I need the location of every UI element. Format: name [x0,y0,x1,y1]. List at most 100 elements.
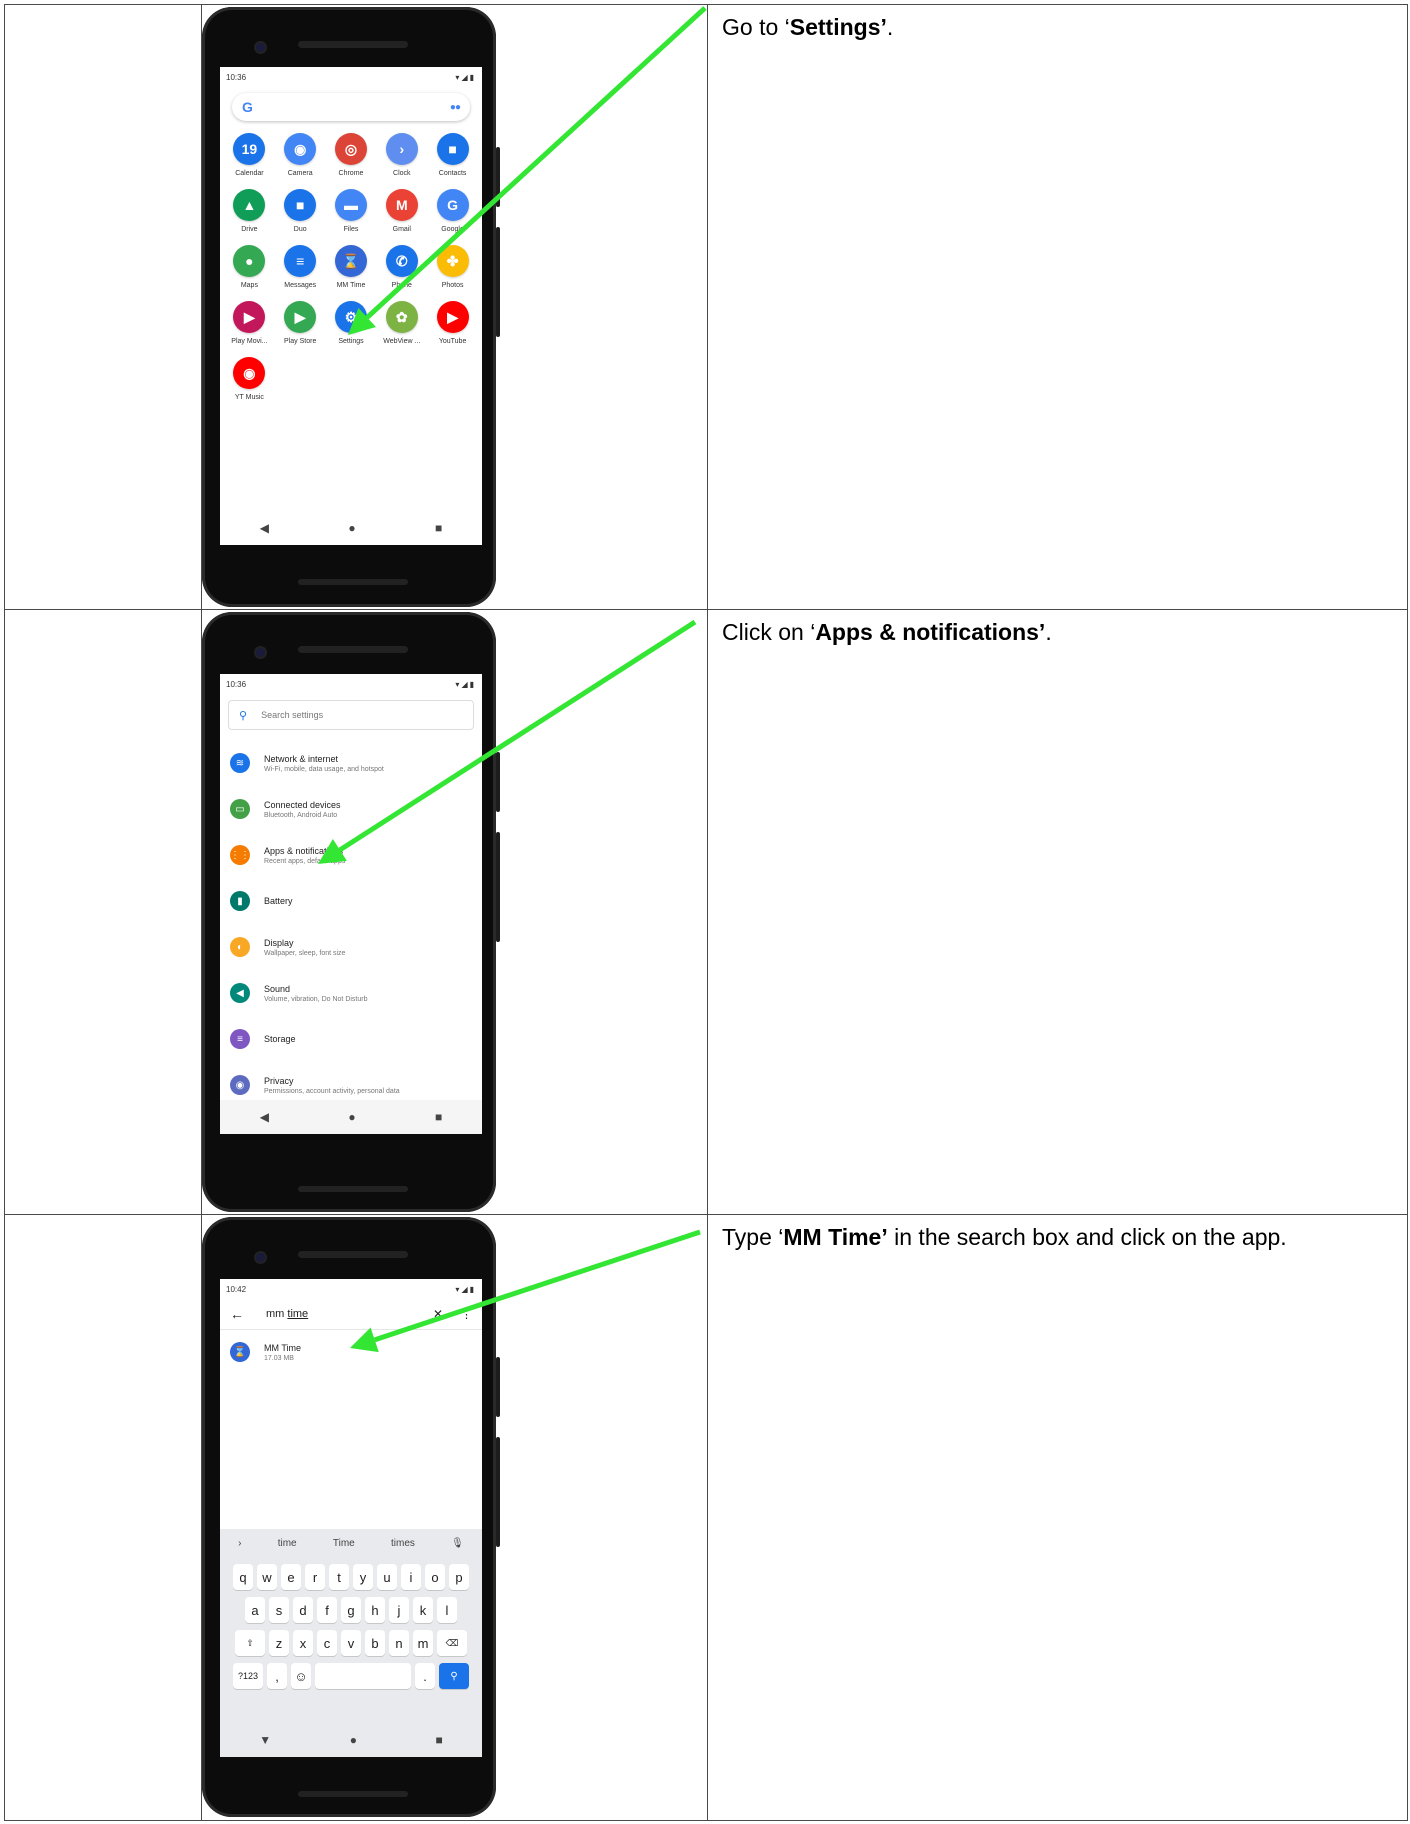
key-a[interactable]: a [245,1597,265,1623]
key-z[interactable]: z [269,1630,289,1656]
period-key[interactable]: . [415,1663,435,1689]
app-contacts[interactable]: ■ Contacts [427,133,478,177]
key-x[interactable]: x [293,1630,313,1656]
key-q[interactable]: q [233,1564,253,1590]
key-s[interactable]: s [269,1597,289,1623]
settings-item-display[interactable]: ◐ Display Wallpaper, sleep, font size [220,924,482,970]
app-search-screen: 10:42 ▾◢▮ ← mm time ✕ ⋮ ⌛ MM Time 17.03 … [220,1279,482,1757]
key-g[interactable]: g [341,1597,361,1623]
app-chrome[interactable]: ◎ Chrome [326,133,377,177]
keyboard-row: ⇧ zxcvbnm ⌫ [220,1630,482,1656]
backspace-key[interactable]: ⌫ [437,1630,467,1656]
search-query-input[interactable]: mm time [266,1308,433,1320]
suggestion-item[interactable]: times [391,1538,415,1549]
recents-icon[interactable]: ■ [435,1733,442,1747]
earpiece [298,41,408,48]
search-key[interactable]: ⚲ [439,1663,469,1689]
settings-item-battery[interactable]: ▮ Battery [220,878,482,924]
key-y[interactable]: y [353,1564,373,1590]
key-e[interactable]: e [281,1564,301,1590]
app-camera[interactable]: ◉ Camera [275,133,326,177]
key-l[interactable]: l [437,1597,457,1623]
search-settings-input[interactable]: ⚲ Search settings [228,700,474,730]
emoji-key[interactable]: ☺ [291,1663,311,1689]
key-d[interactable]: d [293,1597,313,1623]
drive-icon: ▲ [233,189,266,221]
app-maps[interactable]: ● Maps [224,245,275,289]
app-settings[interactable]: ⚙ Settings [326,301,377,345]
app-hourglass[interactable]: ⌛ MM Time [326,245,377,289]
empty-cell [4,609,202,1215]
key-i[interactable]: i [401,1564,421,1590]
app-duo[interactable]: ■ Duo [275,189,326,233]
microphone-icon[interactable]: 🎙 [451,1538,464,1549]
back-arrow-icon[interactable]: ← [230,1306,244,1322]
app-google[interactable]: G Google [427,189,478,233]
back-icon[interactable]: ◀ [260,521,269,535]
key-u[interactable]: u [377,1564,397,1590]
key-p[interactable]: p [449,1564,469,1590]
settings-item-wifi[interactable]: ≋ Network & internet Wi-Fi, mobile, data u… [220,740,482,786]
clear-icon[interactable]: ✕ [433,1307,443,1321]
google-logo-icon: G [242,99,253,115]
clock-icon: › [385,133,418,165]
play-store-icon: ▶ [284,301,317,333]
app-label: Gmail [392,226,411,233]
space-key[interactable] [315,1663,411,1689]
overflow-menu-icon[interactable]: ⋮ [461,1308,472,1321]
app-gmail[interactable]: M Gmail [376,189,427,233]
status-time: 10:36 [226,679,247,689]
symbols-key[interactable]: ?123 [233,1663,263,1689]
app-play-movies[interactable]: ▶ Play Movi... [224,301,275,345]
shift-key[interactable]: ⇧ [235,1630,265,1656]
app-drive[interactable]: ▲ Drive [224,189,275,233]
key-h[interactable]: h [365,1597,385,1623]
earpiece [298,1251,408,1258]
suggestion-item[interactable]: Time [333,1538,355,1549]
key-n[interactable]: n [389,1630,409,1656]
app-calendar[interactable]: 19 Calendar [224,133,275,177]
key-f[interactable]: f [317,1597,337,1623]
key-o[interactable]: o [425,1564,445,1590]
app-messages[interactable]: ≡ Messages [275,245,326,289]
settings-item-apps[interactable]: ⋮⋮ Apps & notifications Recent apps, defau… [220,832,482,878]
recents-icon[interactable]: ■ [435,1110,442,1124]
app-photos[interactable]: ✤ Photos [427,245,478,289]
settings-item-title: Connected devices [264,799,341,810]
settings-item-storage[interactable]: ≡ Storage [220,1016,482,1062]
app-youtube[interactable]: ▶ YouTube [427,301,478,345]
home-icon[interactable]: ● [350,1733,357,1747]
settings-item-devices[interactable]: ▭ Connected devices Bluetooth, Android Aut… [220,786,482,832]
suggestion-item[interactable]: time [278,1538,297,1549]
google-search-bar[interactable]: G ●● [232,93,470,121]
back-icon[interactable]: ◀ [260,1110,269,1124]
key-c[interactable]: c [317,1630,337,1656]
app-play-store[interactable]: ▶ Play Store [275,301,326,345]
app-label: Google [441,226,464,233]
key-j[interactable]: j [389,1597,409,1623]
key-r[interactable]: r [305,1564,325,1590]
key-m[interactable]: m [413,1630,433,1656]
back-icon[interactable]: ▼ [259,1733,271,1747]
comma-key[interactable]: , [267,1663,287,1689]
assistant-icon[interactable]: ●● [450,102,461,113]
expand-icon[interactable]: › [238,1538,241,1549]
key-t[interactable]: t [329,1564,349,1590]
search-result-item[interactable]: ⌛ MM Time 17.03 MB [220,1330,482,1374]
app-label: Maps [240,282,258,289]
key-k[interactable]: k [413,1597,433,1623]
app-webview[interactable]: ✿ WebView ... [376,301,427,345]
recents-icon[interactable]: ■ [435,521,442,535]
app-files[interactable]: ▬ Files [326,189,377,233]
app-yt-music[interactable]: ◉ YT Music [224,357,275,401]
key-w[interactable]: w [257,1564,277,1590]
key-b[interactable]: b [365,1630,385,1656]
home-icon[interactable]: ● [348,1110,355,1124]
app-label: Duo [293,226,307,233]
app-phone[interactable]: ✆ Phone [376,245,427,289]
settings-item-sound[interactable]: ◀ Sound Volume, vibration, Do Not Disturb [220,970,482,1016]
home-icon[interactable]: ● [348,521,355,535]
app-label: YT Music [234,394,264,401]
key-v[interactable]: v [341,1630,361,1656]
app-clock[interactable]: › Clock [376,133,427,177]
